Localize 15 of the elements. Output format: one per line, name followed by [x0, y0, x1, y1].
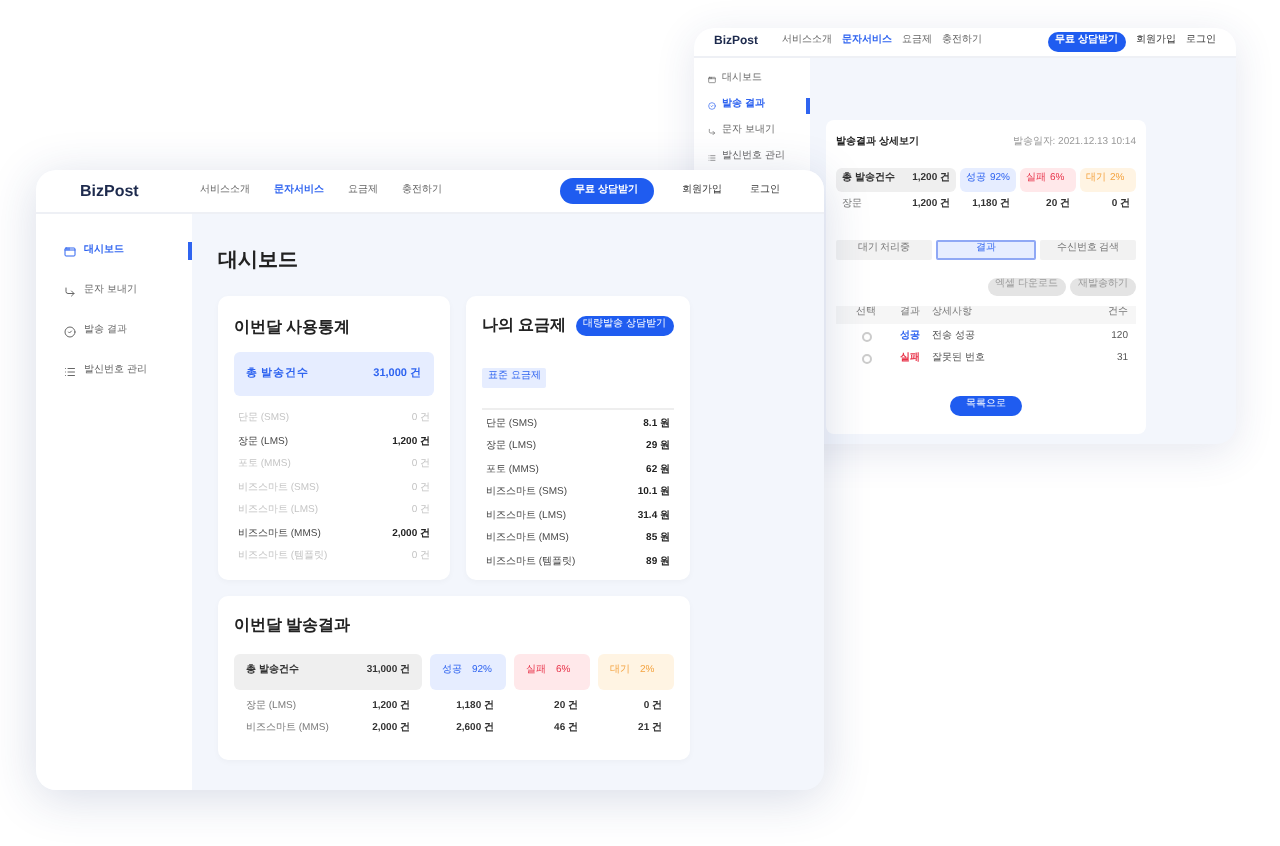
card-title: 나의 요금제: [482, 314, 567, 338]
arrow-icon: [64, 285, 76, 297]
card-title: 이번달 발송결과: [234, 614, 353, 638]
check-circle-icon: [64, 325, 76, 337]
logo[interactable]: BizPost: [80, 179, 180, 203]
list-icon: [708, 154, 716, 162]
card-title: 이번달 사용통계: [234, 316, 353, 340]
check-circle-icon: [708, 102, 716, 110]
radio-button[interactable]: [861, 332, 871, 342]
page-title: 대시보드: [218, 248, 300, 276]
window-icon: [708, 76, 716, 84]
window-icon: [64, 245, 76, 257]
arrow-icon: [708, 128, 716, 136]
radio-button[interactable]: [861, 354, 871, 364]
list-icon: [64, 365, 76, 377]
